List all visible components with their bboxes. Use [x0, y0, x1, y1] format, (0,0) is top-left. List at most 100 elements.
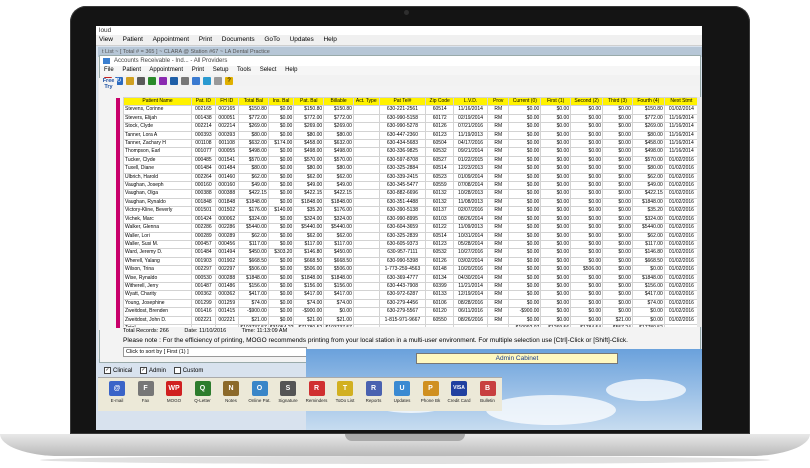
menu-appointment[interactable]: Appointment — [149, 67, 183, 73]
outer-menu-help[interactable]: Help — [323, 36, 336, 43]
column-header[interactable]: FH ID — [214, 97, 239, 107]
outer-menu-updates[interactable]: Updates — [290, 36, 314, 43]
table-row[interactable]: Wherell, Yalang 001903 001902 $668.50 $0.00 $… — [123, 256, 699, 267]
menu-setup[interactable]: Setup — [213, 67, 229, 73]
table-row[interactable]: Stock, Clyde 002214 002214 $269.00 $0.00 $269… — [123, 122, 699, 132]
table-cell: $0.00 — [540, 256, 572, 267]
table-cell: RM — [487, 273, 510, 283]
table-row[interactable]: Thompson, Earl 001077 000055 $498.00 $0.00 $4… — [123, 147, 699, 157]
column-header[interactable]: Prov — [487, 97, 510, 107]
column-header[interactable]: Pat. ID — [191, 97, 216, 107]
column-header[interactable]: Pat Tel# — [378, 97, 427, 107]
table-row[interactable]: Vaughan, Rynaldo 001848 001848 $1848.00 $0.0… — [123, 197, 699, 208]
custom-checkbox[interactable] — [173, 367, 181, 374]
column-header[interactable]: Total Bal — [237, 97, 269, 107]
table-row[interactable]: Tucker, Clyde 000485 001541 $570.00 $0.00 $57… — [123, 155, 699, 166]
table-cell: $0.00 — [508, 214, 542, 225]
menu-help[interactable]: Help — [285, 67, 297, 73]
free-try-logo[interactable]: Free Try — [100, 78, 117, 100]
table-cell: 11/21/2014 — [453, 281, 489, 292]
dock-item-todo-list[interactable]: T ToDo List — [330, 381, 360, 409]
column-header[interactable]: First (1) — [540, 97, 572, 107]
dock-item-online-pat[interactable]: O Online Pat. — [245, 381, 275, 409]
table-cell: $0.00 — [540, 265, 572, 275]
table-row[interactable]: Vaughan, Joseph 000160 000160 $49.00 $0.00 $4… — [123, 181, 699, 191]
column-header[interactable]: L.V.D. — [453, 97, 489, 107]
column-header[interactable]: Billable — [323, 97, 354, 107]
menu-select[interactable]: Select — [260, 67, 277, 73]
dock-item-updates[interactable]: U Updates — [387, 381, 417, 409]
sort-hint-box[interactable]: Click to sort by [ First (1) ] — [123, 347, 307, 357]
table-row[interactable]: Ulbrich, Harold 002264 001460 $62.00 $0.00 $6… — [123, 172, 699, 183]
dock-item-q-letter[interactable]: Q Q-Letter — [188, 381, 218, 409]
table-row[interactable]: Ward, Jeremy D. 001484 001494 $450.00 $303.2… — [123, 248, 699, 258]
table-row[interactable]: Vaughan, Olga 000388 000388 $422.15 $0.00 $42… — [123, 189, 699, 199]
arrow-icon[interactable] — [214, 76, 222, 85]
table-cell: RM — [487, 214, 510, 225]
outer-menu-print[interactable]: Print — [199, 36, 212, 43]
printer-icon[interactable] — [181, 76, 189, 85]
table-row[interactable]: Wyatt, Charity 000362 000362 $417.00 $0.00 $4… — [123, 290, 699, 300]
outer-menu-documents[interactable]: Documents — [222, 36, 255, 43]
column-header[interactable]: Pat. Bal — [293, 97, 325, 107]
dock-item-mogo[interactable]: WP MOGO — [159, 381, 189, 409]
outer-menu-view[interactable]: View — [99, 36, 113, 43]
dock-item-notes[interactable]: N Notes — [216, 381, 246, 409]
table-row[interactable]: Vichek, Marc 001424 000062 $324.00 $0.00 $324… — [123, 214, 699, 225]
column-header[interactable]: Third (3) — [602, 97, 633, 107]
table-row[interactable]: Stevers, Elijah 001438 000051 $772.00 $0.00 $… — [123, 113, 699, 124]
help-icon[interactable]: ? — [225, 76, 233, 85]
dock-item-signature[interactable]: S Signature — [273, 381, 303, 409]
table-row[interactable]: Witherell, Jerry 001487 001486 $156.00 $0.00… — [123, 281, 699, 292]
column-header[interactable]: Second (2) — [570, 97, 604, 107]
table-row[interactable]: Wilson, Trina 002297 002297 $506.00 $0.00 $50… — [123, 265, 699, 275]
dock-item-reports[interactable]: R Reports — [359, 381, 389, 409]
column-header[interactable]: Patient Name — [123, 97, 193, 107]
table-row[interactable]: Wise, Rynaldo 000530 000288 $1848.00 $0.00 $1… — [123, 273, 699, 283]
column-header[interactable]: Current (0) — [508, 97, 542, 107]
admin-cabinet-bar[interactable]: Admin Cabinet — [416, 353, 618, 364]
table-row[interactable]: Waller, Lori 000289 000289 $62.00 $0.00 $62.0… — [123, 231, 699, 241]
preview-icon[interactable] — [192, 76, 200, 85]
column-header[interactable]: Next Stmt — [663, 97, 699, 107]
menu-print[interactable]: Print — [192, 67, 204, 73]
table-cell: 04/17/2016 — [453, 139, 489, 149]
filter-icon[interactable] — [159, 76, 167, 85]
admin-checkbox[interactable]: ✓ — [140, 367, 148, 374]
column-header[interactable]: Act. Type — [352, 97, 380, 107]
outer-menu-patient[interactable]: Patient — [123, 36, 143, 43]
column-header[interactable]: Ins. Bal — [267, 97, 295, 107]
calculator-icon[interactable] — [137, 76, 145, 85]
document-icon[interactable] — [170, 76, 178, 85]
table-row[interactable]: Walker, Glenna 002286 002286 $5440.00 $0.00 $… — [123, 223, 699, 233]
menu-patient[interactable]: Patient — [122, 67, 141, 73]
email-toolbar-icon[interactable] — [203, 76, 211, 85]
table-row[interactable]: Victory-Kline, Beverly 001501 001502 $176.0… — [123, 206, 699, 216]
dock-item-reminders[interactable]: R Reminders — [302, 381, 332, 409]
table-row[interactable]: Tuxell, Diane 001484 001484 $80.00 $0.00 $80.… — [123, 164, 699, 174]
grid-vertical-scrollbar[interactable] — [697, 97, 702, 327]
dock-item-bulletin[interactable]: B Bulletin — [473, 381, 503, 409]
dock-item-credit-card[interactable]: VISA Credit Card — [444, 381, 474, 409]
menu-tools[interactable]: Tools — [237, 67, 251, 73]
table-row[interactable]: Tanner, Zachary H 001108 001108 $632.00 $174… — [123, 139, 699, 149]
folder-icon[interactable] — [126, 76, 134, 85]
table-row[interactable]: Zweitdost, Brenden 001416 001415 -$900.00 $0… — [123, 307, 699, 317]
table-row[interactable]: Stevens, Corinne 002165 002165 $150.80 $0.00… — [123, 105, 699, 115]
outer-menu-appointment[interactable]: Appointment — [153, 36, 190, 43]
table-row[interactable]: Tanner, Lora A 000393 000393 $80.00 $0.00 $80… — [123, 130, 699, 141]
column-header[interactable]: Zip Code — [425, 97, 455, 107]
clinical-checkbox[interactable]: ✓ — [104, 367, 111, 374]
dock-item-phone-bk[interactable]: P Phone Bk — [416, 381, 446, 409]
menu-file[interactable]: File — [104, 67, 114, 73]
table-row[interactable]: Zweitdost, John D. 002221 002221 $21.00 $0.0… — [123, 315, 699, 325]
dock-item-e-mail[interactable]: @ E-mail — [102, 381, 132, 409]
spreadsheet-icon[interactable] — [148, 76, 156, 85]
column-header[interactable]: Fourth (4) — [631, 97, 665, 107]
table-row[interactable]: Waller, Susi M. 000457 000456 $117.00 $0.00 $… — [123, 239, 699, 250]
table-row[interactable]: Young, Josephine 001299 001259 $74.00 $0.00 $… — [123, 298, 699, 309]
dock-item-fax[interactable]: F Fax — [131, 381, 161, 409]
table-cell: $0.00 — [508, 281, 542, 292]
reminders-icon: R — [308, 381, 325, 396]
outer-menu-goto[interactable]: GoTo — [264, 36, 280, 43]
